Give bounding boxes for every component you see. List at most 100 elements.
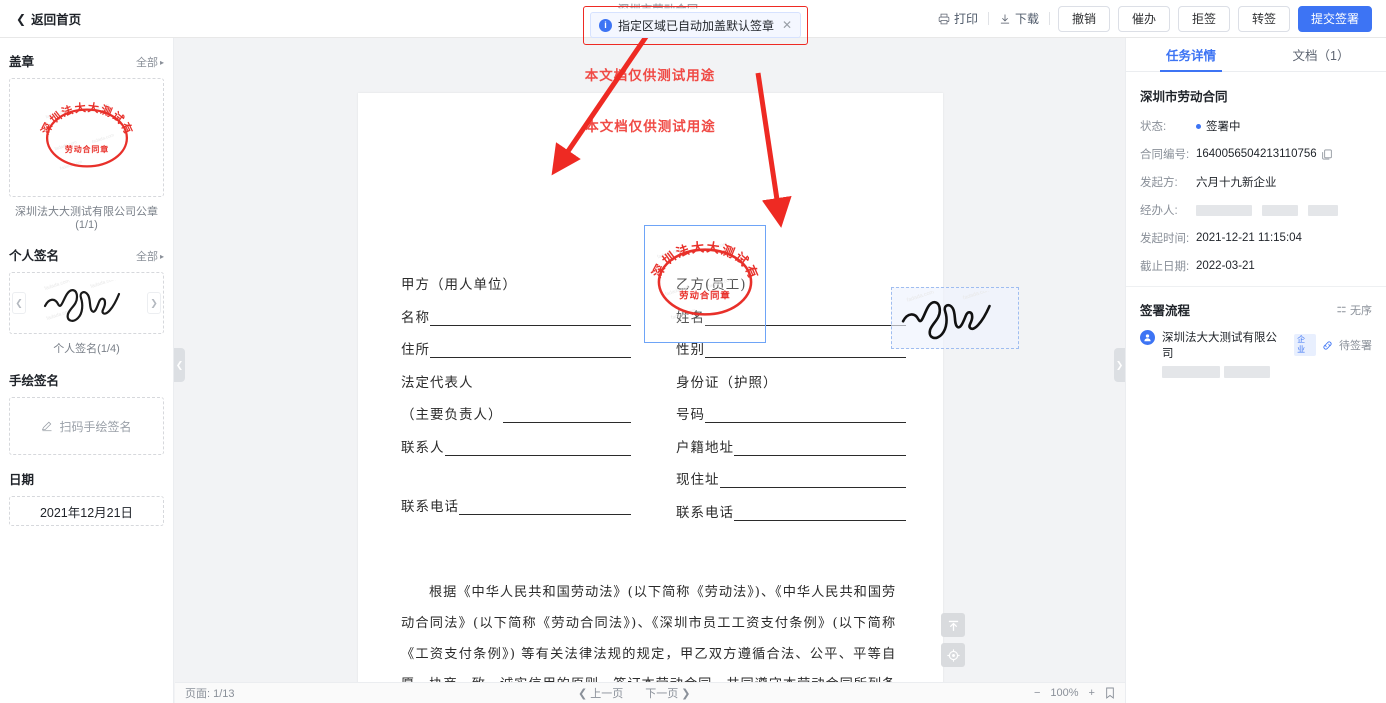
- signature-section-header: 个人签名 全部 ▸: [9, 245, 164, 264]
- urge-button[interactable]: 催办: [1117, 5, 1170, 32]
- scan-to-draw-signature-button[interactable]: 扫码手绘签名: [9, 397, 164, 455]
- signature-view-all-label: 全部: [135, 251, 158, 263]
- field-registered-address-b: 户籍地址: [676, 436, 906, 456]
- signature-thumbnail[interactable]: ❮ ❯ fadada.com fadada.com fadada.com: [9, 272, 164, 334]
- document-page: 本文档仅供测试用途 甲方（用人单位） 名称 住所 法定代表人 （主要负责人） 联…: [358, 93, 1019, 703]
- field-contact-a: 联系人: [401, 436, 631, 456]
- placed-signature-field[interactable]: fadada.com fadada.com: [891, 287, 1019, 349]
- detail-value: 2022-03-21: [1196, 260, 1255, 272]
- document-content: 本文档仅供测试用途 甲方（用人单位） 名称 住所 法定代表人 （主要负责人） 联…: [358, 93, 1019, 703]
- status-badge: 签署中: [1206, 121, 1241, 133]
- print-button[interactable]: 打印: [928, 7, 988, 31]
- signature-view-all-button[interactable]: 全部 ▸: [136, 248, 164, 264]
- revoke-button[interactable]: 撤销: [1057, 5, 1110, 32]
- detail-key: 发起时间:: [1140, 233, 1190, 245]
- stamp-caption: 深圳法大大测试有限公司公章(1/1): [15, 206, 158, 231]
- field-spacer-a: [401, 468, 631, 482]
- date-section-title: 日期: [9, 473, 35, 487]
- svg-text:fadada.com: fadada.com: [89, 280, 116, 290]
- detail-value: 签署中: [1196, 118, 1241, 134]
- detail-key: 发起方:: [1140, 177, 1178, 189]
- link-icon[interactable]: [1322, 340, 1333, 351]
- viewer-floating-buttons: [941, 613, 965, 673]
- detail-key: 截止日期:: [1140, 261, 1190, 273]
- scan-to-draw-label: 扫码手绘签名: [59, 419, 132, 434]
- placed-personal-signature-image: fadada.com fadada.com: [901, 291, 991, 340]
- detail-row-status: 状态: 签署中: [1140, 118, 1372, 134]
- download-label: 下载: [1014, 12, 1039, 26]
- tab-documents[interactable]: 文档（1）: [1256, 38, 1386, 71]
- signature-prev-button[interactable]: ❮: [12, 292, 26, 314]
- document-viewer[interactable]: 本文档仅供测试用途 本文档仅供测试用途 甲方（用人单位） 名称 住所 法定代表人: [175, 38, 1125, 703]
- sign-flow-order-toggle[interactable]: 无序: [1337, 302, 1372, 318]
- task-detail-body: 深圳市劳动合同 状态: 签署中 合同编号: 164005650421311075…: [1126, 72, 1386, 274]
- auto-stamp-toast: i 指定区域已自动加盖默认签章 ✕: [590, 12, 801, 38]
- download-button[interactable]: 下载: [989, 7, 1049, 31]
- field-party-a: 甲方（用人单位）: [401, 277, 517, 293]
- print-label: 打印: [953, 12, 978, 26]
- field-idcard-b: 身份证（护照）: [676, 374, 778, 391]
- signer-masked-row: [1162, 366, 1372, 378]
- svg-text:fadada.com: fadada.com: [906, 291, 935, 304]
- chevron-right-icon: ▸: [159, 251, 164, 261]
- detail-row-contract-no: 合同编号: 1640056504213110756: [1140, 146, 1372, 162]
- submit-sign-button[interactable]: 提交签署: [1297, 5, 1372, 32]
- placed-stamp-field[interactable]: fadada.com fadada.com fadada.com fadada.…: [644, 225, 766, 343]
- field-label: 联系电话: [676, 504, 734, 521]
- field-rule[interactable]: [705, 409, 906, 423]
- sign-flow-item[interactable]: 深圳法大大测试有限公司 企业 待签署: [1126, 329, 1386, 378]
- back-to-home-button[interactable]: ❮ 返回首页: [16, 9, 81, 28]
- stamp-view-all-button[interactable]: 全部 ▸: [136, 54, 164, 70]
- transfer-sign-button[interactable]: 转签: [1237, 5, 1290, 32]
- svg-text:劳动合同章: 劳动合同章: [64, 144, 108, 154]
- zoom-controls: − 100% +: [1034, 687, 1115, 699]
- field-rule[interactable]: [430, 312, 631, 326]
- next-page-button[interactable]: 下一页 ❯: [645, 685, 690, 701]
- detail-row-initiator: 发起方: 六月十九新企业: [1140, 174, 1372, 190]
- sign-flow-header: 签署流程 无序: [1126, 287, 1386, 329]
- field-rule[interactable]: [430, 344, 631, 358]
- field-rule[interactable]: [734, 507, 906, 521]
- handdraw-section-title: 手绘签名: [9, 374, 60, 388]
- close-icon[interactable]: ✕: [782, 18, 792, 32]
- collapse-right-panel-handle[interactable]: ❯: [1114, 348, 1125, 382]
- field-rule[interactable]: [502, 409, 631, 423]
- date-value-box[interactable]: 2021年12月21日: [9, 496, 164, 526]
- field-rule[interactable]: [734, 442, 906, 456]
- bookmark-button[interactable]: [1105, 687, 1115, 699]
- copy-button[interactable]: [1321, 149, 1332, 160]
- collapse-left-sidebar-handle[interactable]: ❮: [174, 348, 185, 382]
- zoom-in-button[interactable]: +: [1089, 687, 1095, 699]
- detail-row-handler: 经办人:: [1140, 202, 1372, 218]
- right-panel-tabs: 任务详情 文档（1）: [1126, 38, 1386, 72]
- svg-text:深圳法大大测试有限公司: 深圳法大大测试有限公司: [646, 233, 762, 282]
- tab-task-detail[interactable]: 任务详情: [1126, 38, 1256, 71]
- next-page-label: 下一页: [645, 688, 679, 700]
- field-rule[interactable]: [719, 474, 906, 488]
- signer-status: 待签署: [1339, 340, 1372, 352]
- toast-highlight-box: i 指定区域已自动加盖默认签章 ✕: [583, 6, 808, 45]
- contract-number: 1640056504213110756: [1196, 148, 1317, 160]
- svg-text:fadada.com: fadada.com: [962, 291, 991, 302]
- field-rule[interactable]: [444, 442, 631, 456]
- detail-value: [1196, 204, 1338, 216]
- scroll-to-top-icon: [948, 620, 958, 631]
- left-sidebar: 盖章 全部 ▸ fadada.com fadada.com fadada.com…: [0, 38, 174, 703]
- detail-row-start-time: 发起时间: 2021-12-21 11:15:04: [1140, 230, 1372, 246]
- field-rule[interactable]: [459, 501, 631, 515]
- detail-value: 1640056504213110756: [1196, 148, 1332, 160]
- svg-text:fadada.com: fadada.com: [708, 276, 734, 290]
- reject-sign-button[interactable]: 拒签: [1177, 5, 1230, 32]
- task-document-title: 深圳市劳动合同: [1140, 90, 1228, 104]
- field-rule[interactable]: [705, 344, 906, 358]
- scroll-to-top-button[interactable]: [941, 613, 965, 637]
- stamp-thumbnail[interactable]: fadada.com fadada.com fadada.com fadada.…: [9, 78, 164, 197]
- zoom-out-button[interactable]: −: [1034, 687, 1040, 699]
- signature-section-title: 个人签名: [9, 249, 60, 263]
- toolbar-actions: 打印 下载 撤销 催办 拒签 转签 提交签署: [928, 5, 1386, 32]
- handdraw-section-header: 手绘签名: [9, 370, 164, 389]
- locate-signature-button[interactable]: [941, 643, 965, 667]
- prev-page-button[interactable]: ❮ 上一页: [578, 685, 623, 701]
- signature-next-button[interactable]: ❯: [147, 292, 161, 314]
- locate-target-icon: [946, 648, 960, 662]
